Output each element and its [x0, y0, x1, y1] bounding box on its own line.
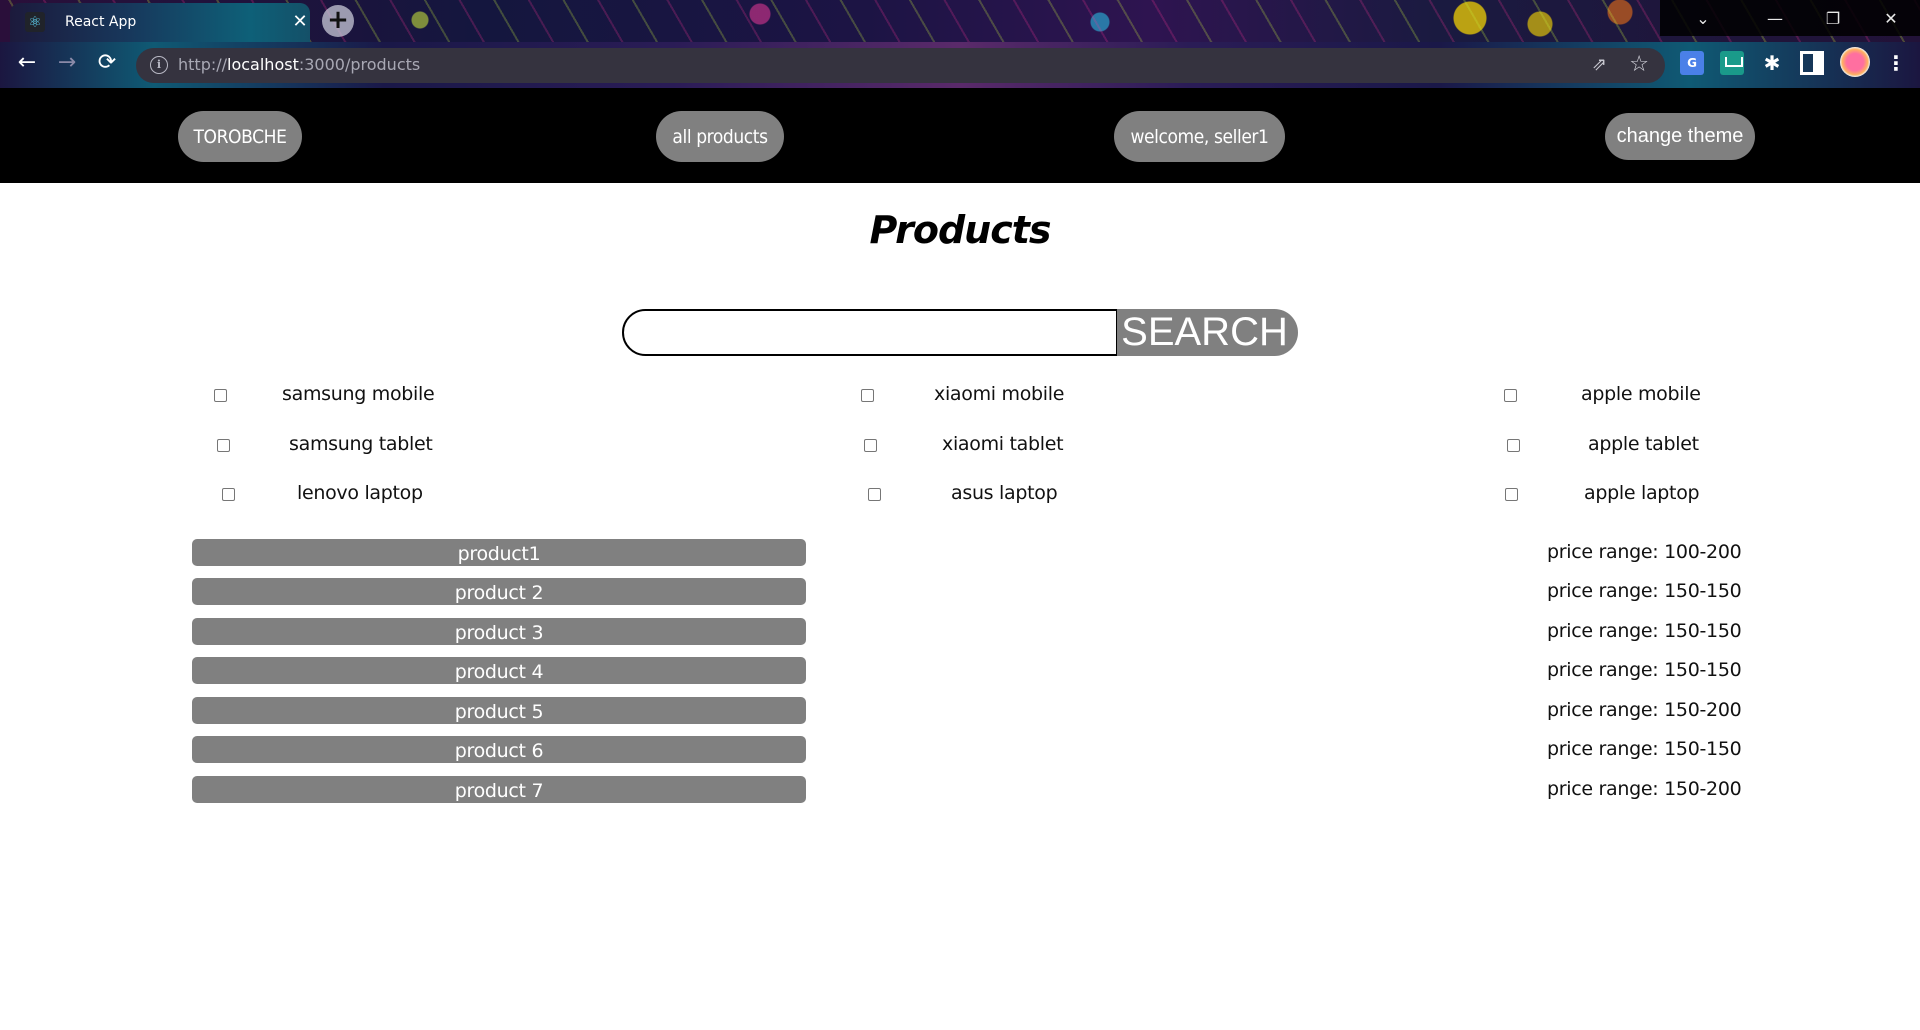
- product-item[interactable]: product1: [192, 539, 806, 566]
- window-controls: ⌄ — ❐ ✕: [1660, 0, 1920, 36]
- tab-close-icon[interactable]: ✕: [290, 12, 310, 32]
- filter-xiaomi-mobile: xiaomi mobile: [861, 383, 1064, 405]
- change-theme-button[interactable]: change theme: [1605, 113, 1755, 160]
- filter-samsung-mobile: samsung mobile: [214, 383, 435, 405]
- page-title: Products: [869, 208, 1051, 252]
- url-path: :3000/products: [298, 55, 421, 74]
- filter-label: asus laptop: [951, 482, 1058, 504]
- share-icon[interactable]: ⇗: [1592, 54, 1607, 75]
- filter-checkbox[interactable]: [217, 439, 230, 452]
- product-item[interactable]: product 6: [192, 736, 806, 763]
- product-item[interactable]: product 4: [192, 657, 806, 684]
- product-price-range: price range: 150-200: [1547, 778, 1742, 800]
- tab-search-icon[interactable]: ⌄: [1660, 0, 1746, 36]
- product-item[interactable]: product 2: [192, 578, 806, 605]
- back-icon[interactable]: ←: [12, 48, 42, 78]
- profile-avatar[interactable]: [1840, 47, 1870, 77]
- side-panel-icon[interactable]: [1800, 51, 1824, 75]
- product-price-range: price range: 150-150: [1547, 620, 1742, 642]
- filter-label: apple tablet: [1588, 433, 1699, 455]
- product-price-range: price range: 150-150: [1547, 580, 1742, 602]
- filter-checkbox[interactable]: [1507, 439, 1520, 452]
- filter-label: samsung tablet: [289, 433, 433, 455]
- filter-label: apple mobile: [1581, 383, 1701, 405]
- search-button[interactable]: SEARCH: [1117, 309, 1298, 356]
- filter-xiaomi-tablet: xiaomi tablet: [864, 433, 1064, 455]
- url-scheme: http://: [178, 55, 228, 74]
- mail-extension-icon[interactable]: [1720, 51, 1744, 75]
- filter-label: apple laptop: [1584, 482, 1700, 504]
- site-info-icon[interactable]: i: [150, 56, 168, 74]
- filter-checkbox[interactable]: [1505, 488, 1518, 501]
- filter-label: samsung mobile: [282, 383, 435, 405]
- extensions-puzzle-icon[interactable]: ✱: [1760, 51, 1784, 75]
- filter-apple-laptop: apple laptop: [1505, 482, 1700, 504]
- product-price-range: price range: 150-200: [1547, 699, 1742, 721]
- welcome-user-button[interactable]: welcome, seller1: [1114, 111, 1285, 162]
- filter-apple-tablet: apple tablet: [1507, 433, 1699, 455]
- browser-menu-icon[interactable]: ⋮: [1884, 51, 1908, 75]
- url-host: localhost: [227, 55, 299, 74]
- filter-checkbox[interactable]: [868, 488, 881, 501]
- brand-button[interactable]: TOROBCHE: [178, 111, 302, 162]
- search-input[interactable]: [622, 309, 1118, 356]
- url-text[interactable]: http://localhost:3000/products: [178, 55, 420, 74]
- filter-samsung-tablet: samsung tablet: [217, 433, 433, 455]
- filter-checkbox[interactable]: [222, 488, 235, 501]
- browser-tab[interactable]: ⚛ React App ✕: [10, 3, 310, 42]
- restore-icon[interactable]: ❐: [1804, 0, 1862, 36]
- filter-checkbox[interactable]: [1504, 389, 1517, 402]
- filter-lenovo-laptop: lenovo laptop: [222, 482, 423, 504]
- tab-title: React App: [65, 14, 137, 30]
- filter-checkbox[interactable]: [214, 389, 227, 402]
- filter-label: lenovo laptop: [297, 482, 423, 504]
- new-tab-button[interactable]: +: [322, 5, 354, 37]
- filter-checkbox[interactable]: [864, 439, 877, 452]
- app-navbar: TOROBCHE all products welcome, seller1 c…: [0, 88, 1920, 183]
- filter-asus-laptop: asus laptop: [868, 482, 1058, 504]
- product-price-range: price range: 100-200: [1547, 541, 1742, 563]
- google-translate-icon[interactable]: G: [1680, 51, 1704, 75]
- product-price-range: price range: 150-150: [1547, 659, 1742, 681]
- product-item[interactable]: product 3: [192, 618, 806, 645]
- window-close-icon[interactable]: ✕: [1862, 0, 1920, 36]
- address-bar[interactable]: i http://localhost:3000/products ⇗ ☆: [136, 48, 1665, 83]
- browser-toolbar: ← → ⟳ i http://localhost:3000/products ⇗…: [0, 42, 1920, 88]
- product-item[interactable]: product 7: [192, 776, 806, 803]
- all-products-button[interactable]: all products: [656, 111, 784, 162]
- filter-label: xiaomi tablet: [942, 433, 1064, 455]
- product-price-range: price range: 150-150: [1547, 738, 1742, 760]
- filter-label: xiaomi mobile: [934, 383, 1065, 405]
- bookmark-star-icon[interactable]: ☆: [1629, 52, 1649, 77]
- minimize-icon[interactable]: —: [1746, 0, 1804, 36]
- reload-icon[interactable]: ⟳: [92, 48, 122, 78]
- filter-apple-mobile: apple mobile: [1504, 383, 1701, 405]
- browser-chrome: ⚛ React App ✕ + ⌄ — ❐ ✕ ← → ⟳ i http://l…: [0, 0, 1920, 88]
- product-item[interactable]: product 5: [192, 697, 806, 724]
- forward-icon[interactable]: →: [52, 48, 82, 78]
- react-atom-icon: ⚛: [25, 12, 45, 32]
- filter-checkbox[interactable]: [861, 389, 874, 402]
